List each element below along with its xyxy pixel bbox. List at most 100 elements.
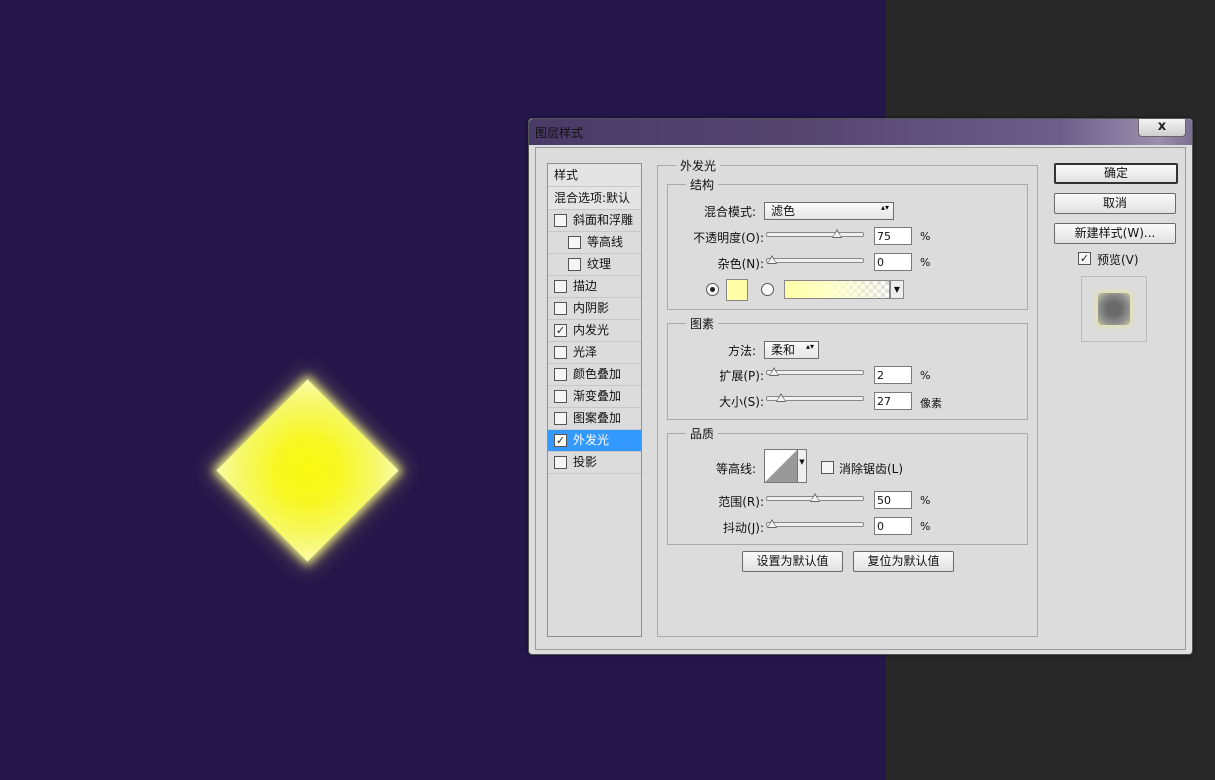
style-item-checkbox[interactable]: ✓ <box>554 324 567 337</box>
styles-list: 样式 混合选项:默认 斜面和浮雕等高线纹理描边内阴影 ✓ 内发光光泽颜色叠加渐变叠加… <box>547 163 642 637</box>
style-item[interactable]: 颜色叠加 <box>548 364 641 386</box>
contour-dropdown-button[interactable]: ▼ <box>797 449 807 483</box>
antialias-checkbox[interactable] <box>821 461 834 474</box>
select-arrows-icon: ▴▾ <box>805 342 814 351</box>
make-default-button[interactable]: 设置为默认值 <box>742 551 843 572</box>
select-arrows-icon: ▴▾ <box>880 203 889 212</box>
outer-glow-title: 外发光 <box>676 157 721 174</box>
ok-button[interactable]: 确定 <box>1054 163 1178 184</box>
styles-header[interactable]: 样式 <box>548 164 641 187</box>
style-item-label: 渐变叠加 <box>573 389 622 403</box>
noise-slider-thumb[interactable] <box>767 255 777 264</box>
size-slider-thumb[interactable] <box>776 393 787 402</box>
style-item-label: 内阴影 <box>573 301 610 315</box>
cancel-button[interactable]: 取消 <box>1054 193 1176 214</box>
jitter-slider[interactable] <box>766 519 864 528</box>
size-input[interactable]: 27 <box>874 392 912 410</box>
opacity-input[interactable]: 75 <box>874 227 912 245</box>
style-item-label: 描边 <box>573 279 598 293</box>
style-item-checkbox[interactable] <box>554 390 567 403</box>
spread-slider[interactable] <box>766 367 864 376</box>
style-item[interactable]: 描边 <box>548 276 641 298</box>
range-input[interactable]: 50 <box>874 491 912 509</box>
jitter-input[interactable]: 0 <box>874 517 912 535</box>
gradient-radio[interactable] <box>761 283 774 296</box>
preview-label: 预览(V) <box>1097 253 1139 267</box>
color-radio[interactable] <box>706 283 719 296</box>
styles-header-label: 样式 <box>554 168 579 182</box>
jitter-slider-thumb[interactable] <box>767 519 777 528</box>
technique-value: 柔和 <box>771 343 796 357</box>
style-item-label: 投影 <box>573 455 598 469</box>
glow-gradient-picker[interactable] <box>784 280 890 299</box>
style-item-label: 纹理 <box>587 257 612 271</box>
contour-picker[interactable] <box>764 449 798 483</box>
range-slider-thumb[interactable] <box>810 493 820 502</box>
opacity-label: 不透明度(O): <box>693 231 764 245</box>
size-slider[interactable] <box>766 393 864 402</box>
style-item-checkbox[interactable] <box>554 412 567 425</box>
technique-label: 方法: <box>727 344 756 358</box>
technique-select[interactable]: 柔和 ▴▾ <box>764 341 819 359</box>
reset-default-button[interactable]: 复位为默认值 <box>853 551 954 572</box>
glow-color-swatch[interactable] <box>726 279 748 301</box>
outer-glow-panel: 外发光 结构 混合模式: 滤色 ▴▾ 不透明度(O): 75 % 杂色(N): 0… <box>657 157 1038 637</box>
spread-label: 扩展(P): <box>719 369 764 383</box>
dialog-client-area: 样式 混合选项:默认 斜面和浮雕等高线纹理描边内阴影 ✓ 内发光光泽颜色叠加渐变叠加… <box>535 147 1186 650</box>
style-item-label: 颜色叠加 <box>573 367 622 381</box>
spread-slider-thumb[interactable] <box>768 367 779 376</box>
blend-mode-select[interactable]: 滤色 ▴▾ <box>764 202 894 220</box>
style-item-checkbox[interactable] <box>554 214 567 227</box>
opacity-slider-thumb[interactable] <box>831 229 842 238</box>
style-item[interactable]: 内阴影 <box>548 298 641 320</box>
jitter-label: 抖动(J): <box>723 521 764 535</box>
style-item-label: 光泽 <box>573 345 598 359</box>
diamond-layer <box>216 379 399 562</box>
close-button[interactable]: x <box>1138 119 1186 137</box>
style-item-checkbox[interactable] <box>568 258 581 271</box>
noise-slider[interactable] <box>766 255 864 264</box>
quality-group: 品质 等高线: ▼ 消除锯齿(L) 范围(R): 50 % 抖动(J): 0 % <box>667 425 1028 545</box>
noise-input[interactable]: 0 <box>874 253 912 271</box>
style-item-label: 斜面和浮雕 <box>573 213 634 227</box>
antialias-label: 消除锯齿(L) <box>839 462 904 476</box>
style-item[interactable]: 渐变叠加 <box>548 386 641 408</box>
style-item[interactable]: 斜面和浮雕 <box>548 210 641 232</box>
elements-title: 图素 <box>686 315 719 332</box>
style-item[interactable]: 光泽 <box>548 342 641 364</box>
range-slider[interactable] <box>766 493 864 502</box>
style-item[interactable]: 纹理 <box>548 254 641 276</box>
dialog-titlebar[interactable]: 图层样式 x <box>529 119 1192 145</box>
style-preview-thumbnail <box>1081 276 1147 342</box>
spread-unit: % <box>920 369 931 382</box>
style-item[interactable]: 投影 <box>548 452 641 474</box>
style-item-checkbox[interactable] <box>568 236 581 249</box>
style-item-checkbox[interactable]: ✓ <box>554 434 567 447</box>
style-item-checkbox[interactable] <box>554 280 567 293</box>
new-style-button[interactable]: 新建样式(W)... <box>1054 223 1176 244</box>
style-item[interactable]: 等高线 <box>548 232 641 254</box>
style-item-checkbox[interactable] <box>554 368 567 381</box>
style-item-label: 图案叠加 <box>573 411 622 425</box>
opacity-slider[interactable] <box>766 229 864 238</box>
style-item-checkbox[interactable] <box>554 456 567 469</box>
style-item[interactable]: ✓ 内发光 <box>548 320 641 342</box>
opacity-unit: % <box>920 230 931 243</box>
contour-label: 等高线: <box>715 462 756 476</box>
gradient-dropdown-button[interactable]: ▼ <box>890 280 904 299</box>
style-item-checkbox[interactable] <box>554 302 567 315</box>
style-item[interactable]: ✓ 外发光 <box>548 430 641 452</box>
noise-label: 杂色(N): <box>717 257 764 271</box>
style-item[interactable]: 图案叠加 <box>548 408 641 430</box>
size-label: 大小(S): <box>718 395 764 409</box>
preview-checkbox[interactable]: ✓ <box>1078 252 1091 265</box>
blending-options-label: 混合选项:默认 <box>554 191 631 205</box>
style-item-checkbox[interactable] <box>554 346 567 359</box>
layer-style-dialog: 图层样式 x 样式 混合选项:默认 斜面和浮雕等高线纹理描边内阴影 ✓ 内发光光泽颜… <box>528 118 1193 655</box>
spread-input[interactable]: 2 <box>874 366 912 384</box>
blending-options-item[interactable]: 混合选项:默认 <box>548 187 641 210</box>
structure-group: 结构 混合模式: 滤色 ▴▾ 不透明度(O): 75 % 杂色(N): 0 % ▼ <box>667 176 1028 310</box>
blend-mode-value: 滤色 <box>771 204 796 218</box>
style-item-label: 内发光 <box>573 323 610 337</box>
structure-title: 结构 <box>686 176 719 193</box>
